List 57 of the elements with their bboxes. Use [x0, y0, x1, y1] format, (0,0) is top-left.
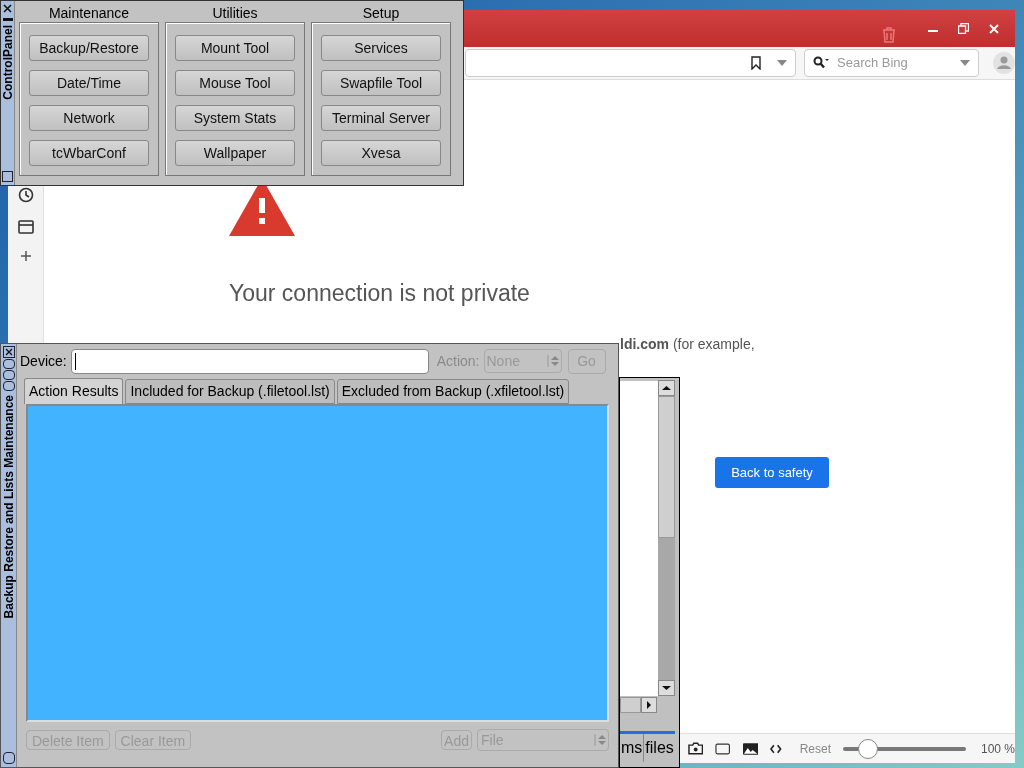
page-text: ldi.com (for example, [620, 335, 755, 354]
control-button[interactable]: Date/Time [29, 70, 149, 96]
control-button[interactable]: Terminal Server [321, 105, 441, 131]
caret-icon[interactable] [777, 60, 787, 66]
restore-icon[interactable] [958, 23, 969, 34]
minimize-icon[interactable] [2, 18, 13, 21]
slider-thumb[interactable] [857, 738, 878, 759]
tab[interactable]: ms [620, 734, 644, 762]
control-button[interactable]: Backup/Restore [29, 35, 149, 61]
window-button-icon[interactable] [2, 171, 13, 182]
window-button-icon[interactable] [2, 381, 15, 391]
close-icon[interactable] [1, 3, 14, 14]
zoom-slider[interactable] [843, 738, 966, 759]
tab[interactable]: Action Results [24, 378, 124, 404]
code-icon[interactable] [770, 743, 782, 754]
clock-icon[interactable] [17, 187, 34, 203]
control-button[interactable]: Network [29, 105, 149, 131]
bookmark-icon[interactable] [751, 56, 761, 70]
plus-icon[interactable] [20, 251, 31, 261]
control-button[interactable]: System Stats [175, 105, 295, 131]
control-button[interactable]: Swapfile Tool [321, 70, 441, 96]
tab[interactable]: Included for Backup (.filetool.lst) [125, 379, 335, 404]
group-title: Maintenance [48, 5, 130, 22]
tab[interactable]: files [643, 734, 675, 762]
search-icon [813, 56, 829, 70]
window-icon[interactable] [715, 742, 731, 755]
group-title: Setup [362, 5, 400, 22]
horizontal-scrollbar[interactable] [620, 697, 641, 713]
control-button[interactable]: tcWbarConf [29, 140, 149, 166]
device-label: Device: [20, 351, 67, 371]
scrollbar-thumb[interactable] [658, 396, 675, 538]
window-button-icon[interactable] [2, 370, 15, 380]
caret-icon[interactable] [960, 60, 970, 66]
avatar-icon[interactable] [993, 52, 1015, 74]
control-button[interactable]: Wallpaper [175, 140, 295, 166]
control-button[interactable]: Mouse Tool [175, 70, 295, 96]
window-title: Backup Restore and Lists Maintenance [2, 395, 15, 619]
image-icon[interactable] [742, 742, 759, 755]
device-field[interactable] [70, 348, 429, 374]
back-to-safety-button[interactable]: Back to safety [715, 457, 829, 488]
window-title: ControlPanel [1, 25, 14, 100]
search-placeholder: Search Bing [837, 54, 909, 73]
page-heading: Your connection is not private [229, 279, 530, 308]
zoom-level: 100 % [981, 740, 1015, 758]
group-title: Utilities [212, 5, 258, 22]
control-button[interactable]: Mount Tool [175, 35, 295, 61]
address-field[interactable] [465, 49, 796, 77]
tab[interactable]: Excluded from Backup (.xfiletool.lst) [336, 379, 570, 404]
close-icon[interactable] [2, 346, 15, 358]
window-icon[interactable] [17, 220, 34, 234]
window-button-icon[interactable] [2, 752, 15, 764]
control-button[interactable]: Xvesa [321, 140, 441, 166]
action-label: Action: [436, 351, 480, 371]
vertical-scrollbar[interactable] [658, 380, 675, 696]
window-button-icon[interactable] [2, 359, 15, 369]
control-button[interactable]: Services [321, 35, 441, 61]
camera-icon[interactable] [688, 742, 704, 755]
